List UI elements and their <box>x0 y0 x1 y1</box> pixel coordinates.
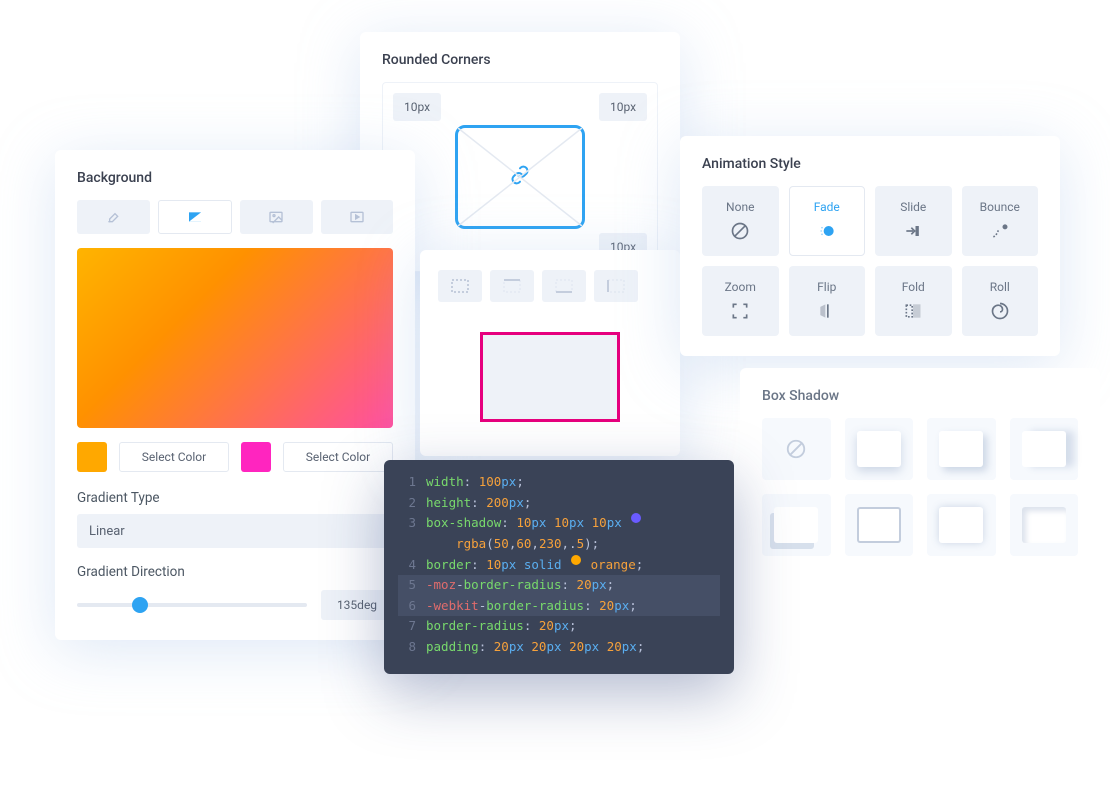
border-left[interactable] <box>594 270 638 302</box>
animation-panel: Animation Style None Fade Slide Bounce Zoom F… <box>680 136 1060 356</box>
animation-option-roll[interactable]: Roll <box>962 266 1039 336</box>
border-bottom[interactable] <box>542 270 586 302</box>
gradient-color-1-swatch[interactable] <box>77 442 107 472</box>
border-preview <box>480 332 620 422</box>
flip-icon <box>816 300 838 322</box>
animation-option-flip[interactable]: Flip <box>789 266 866 336</box>
animation-label: Flip <box>817 280 836 294</box>
gradient-direction-slider[interactable] <box>77 603 307 607</box>
animation-label: Bounce <box>980 200 1020 214</box>
background-panel: Background Select Color Select Color Gra… <box>55 150 415 640</box>
animation-option-none[interactable]: None <box>702 186 779 256</box>
code-line: 2height: 200px; <box>398 493 720 514</box>
tab-color[interactable] <box>77 200 150 234</box>
background-title: Background <box>77 170 393 186</box>
code-line: 8padding: 20px 20px 20px 20px; <box>398 637 720 658</box>
box-shadow-opt-4[interactable] <box>762 494 831 556</box>
box-shadow-opt-6[interactable] <box>927 494 996 556</box>
animation-option-bounce[interactable]: Bounce <box>962 186 1039 256</box>
none-icon <box>729 220 751 242</box>
animation-option-fade[interactable]: Fade <box>789 186 866 256</box>
corner-tl-input[interactable]: 10px <box>393 93 441 121</box>
slider-thumb[interactable] <box>132 597 148 613</box>
border-top[interactable] <box>490 270 534 302</box>
animation-option-zoom[interactable]: Zoom <box>702 266 779 336</box>
box-shadow-title: Box Shadow <box>762 388 1078 404</box>
gradient-type-select[interactable]: Linear <box>77 514 393 548</box>
border-style-row <box>438 270 662 302</box>
code-line: 5-moz-border-radius: 20px; <box>398 575 720 596</box>
background-tabs <box>77 200 393 234</box>
code-block: 1width: 100px;2height: 200px;3box-shadow… <box>384 460 734 674</box>
tab-gradient[interactable] <box>158 200 233 234</box>
fade-icon <box>816 220 838 242</box>
gradient-type-label: Gradient Type <box>77 490 393 506</box>
code-line: 4border: 10px solid orange; <box>398 555 720 576</box>
animation-label: Roll <box>990 280 1010 294</box>
code-line: 3box-shadow: 10px 10px 10px <box>398 513 720 534</box>
slide-icon <box>902 220 924 242</box>
box-shadow-none[interactable] <box>762 418 831 480</box>
animation-label: Slide <box>900 200 926 214</box>
box-shadow-opt-5[interactable] <box>845 494 914 556</box>
border-all[interactable] <box>438 270 482 302</box>
rounded-corners-preview <box>455 125 585 229</box>
corner-tr-input[interactable]: 10px <box>599 93 647 121</box>
box-shadow-opt-2[interactable] <box>927 418 996 480</box>
box-shadow-opt-3[interactable] <box>1010 418 1079 480</box>
border-panel <box>420 250 680 456</box>
rounded-corners-body: 10px 10px 10px <box>382 82 658 272</box>
tab-image[interactable] <box>240 200 313 234</box>
tab-video[interactable] <box>321 200 394 234</box>
code-line: 6-webkit-border-radius: 20px; <box>398 596 720 617</box>
animation-grid: None Fade Slide Bounce Zoom Flip Fold Roll <box>702 186 1038 336</box>
gradient-color-2-swatch[interactable] <box>241 442 271 472</box>
animation-label: Fade <box>814 200 840 214</box>
gradient-color-row: Select Color Select Color <box>77 442 393 472</box>
animation-label: None <box>726 200 754 214</box>
code-line: 7border-radius: 20px; <box>398 616 720 637</box>
gradient-preview <box>77 248 393 428</box>
gradient-color-1-button[interactable]: Select Color <box>119 442 229 472</box>
code-line: rgba(50,60,230,.5); <box>398 534 720 555</box>
animation-title: Animation Style <box>702 156 1038 172</box>
gradient-direction-value[interactable]: 135deg <box>321 590 393 620</box>
animation-label: Zoom <box>725 280 756 294</box>
roll-icon <box>989 300 1011 322</box>
animation-label: Fold <box>902 280 925 294</box>
zoom-icon <box>729 300 751 322</box>
gradient-direction-label: Gradient Direction <box>77 564 393 580</box>
code-line: 1width: 100px; <box>398 472 720 493</box>
animation-option-fold[interactable]: Fold <box>875 266 952 336</box>
gradient-color-2-button[interactable]: Select Color <box>283 442 393 472</box>
bounce-icon <box>989 220 1011 242</box>
fold-icon <box>902 300 924 322</box>
box-shadow-opt-7[interactable] <box>1010 494 1079 556</box>
rounded-corners-title: Rounded Corners <box>382 52 658 68</box>
box-shadow-grid <box>762 418 1078 556</box>
box-shadow-panel: Box Shadow <box>740 368 1100 576</box>
box-shadow-opt-1[interactable] <box>845 418 914 480</box>
animation-option-slide[interactable]: Slide <box>875 186 952 256</box>
